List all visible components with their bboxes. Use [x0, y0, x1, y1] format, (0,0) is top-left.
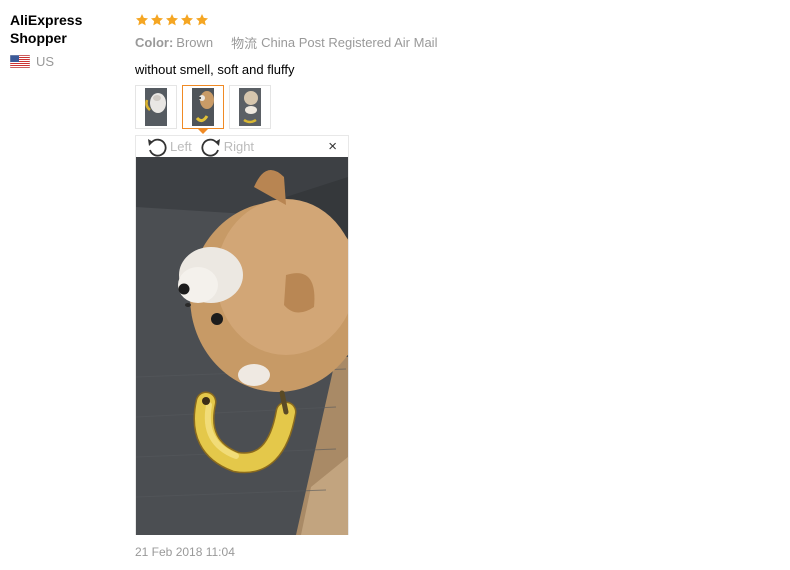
review-date: 21 Feb 2018 11:04: [135, 545, 235, 559]
rotate-left-button[interactable]: Left: [146, 137, 192, 157]
close-icon[interactable]: ×: [328, 139, 337, 154]
photo-thumbnail[interactable]: [229, 85, 271, 129]
color-value: Brown: [176, 35, 214, 50]
reviewer-country: US: [10, 54, 120, 69]
selected-thumbnail-pointer: [197, 128, 209, 134]
star-icon: [135, 14, 149, 26]
rotate-right-icon: [201, 138, 220, 157]
reviewer-name: AliExpress Shopper: [10, 12, 83, 46]
rotate-right-button[interactable]: Right: [200, 137, 254, 157]
star-icon: [180, 14, 194, 26]
review-text: without smell, soft and fluffy: [135, 62, 295, 77]
review-meta: Color: Brown 物流 China Post Registered Ai…: [135, 33, 775, 52]
star-icon: [195, 14, 209, 26]
color-label: Color:: [135, 35, 174, 50]
country-code: US: [36, 54, 55, 69]
reviewer-info: AliExpress Shopper US: [10, 11, 120, 69]
review-body: Color: Brown 物流 China Post Registered Ai…: [135, 11, 775, 77]
photo-thumbnail[interactable]: [135, 85, 177, 129]
star-icon: [150, 14, 164, 26]
shipping-label: 物流: [231, 36, 258, 51]
viewer-toolbar: Left Right ×: [136, 136, 348, 157]
shipping-value: China Post Registered Air Mail: [261, 35, 438, 50]
star-icon: [165, 14, 179, 26]
rotate-right-label: Right: [223, 139, 255, 154]
rotate-left-label: Left: [170, 139, 192, 154]
photo-thumbnail-selected[interactable]: [182, 85, 224, 129]
star-rating: [135, 11, 775, 29]
rotate-left-icon: [148, 138, 167, 157]
image-viewer: Left Right ×: [135, 135, 349, 535]
review-photo[interactable]: [136, 157, 348, 535]
us-flag-icon: [10, 55, 30, 68]
photo-thumbnails: [135, 85, 271, 129]
